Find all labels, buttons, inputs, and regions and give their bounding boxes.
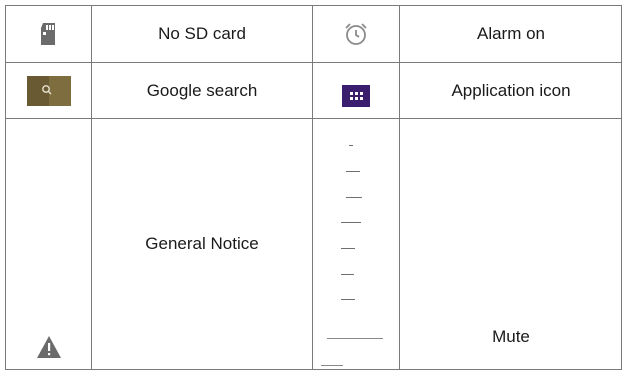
mute-icon-fragment: [346, 197, 362, 198]
warning-icon: [6, 119, 91, 369]
application-icon-label: Application icon: [451, 80, 571, 100]
mute-label: Mute: [492, 327, 530, 346]
mute-icon-fragment: [346, 171, 360, 172]
sd-card-icon: [6, 6, 91, 62]
alarm-on-label: Alarm on: [476, 24, 546, 43]
mute-icon-fragment: [341, 248, 355, 249]
mute-icon-fragment: [321, 365, 343, 366]
apps-grid-icon: [313, 63, 399, 118]
general-notice-label: General Notice: [145, 234, 259, 253]
alarm-clock-icon: [313, 6, 399, 62]
search-icon: [6, 63, 91, 118]
mute-icon-fragment: [341, 274, 354, 275]
mute-icon-fragment: [341, 222, 361, 223]
mute-icon-fragment: [327, 338, 383, 339]
icon-legend-table: No SD card Alarm on Google search Applic…: [5, 5, 622, 370]
mute-icon-fragment: [349, 145, 353, 146]
no-sd-card-label: No SD card: [158, 24, 246, 43]
mute-icon-fragment: [341, 299, 355, 300]
google-search-label: Google search: [146, 80, 258, 100]
mute-icon: [313, 119, 399, 369]
mute-label-cell: Mute: [400, 119, 622, 369]
